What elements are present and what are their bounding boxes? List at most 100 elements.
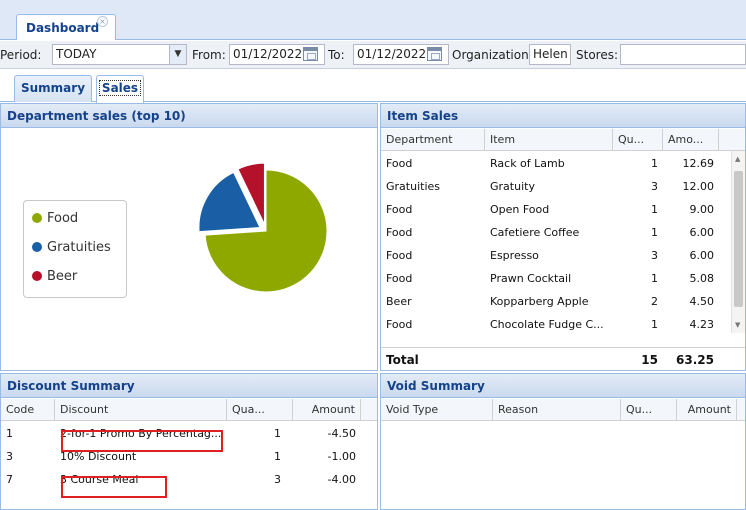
table-row[interactable]: Food Espresso 3 6.00	[381, 244, 731, 267]
item-sales-title: Item Sales	[381, 104, 745, 128]
table-row[interactable]: Food Rack of Lamb 1 12.69	[381, 152, 731, 175]
table-cell: 3	[274, 473, 281, 486]
table-row[interactable]: 1 2-for-1 Promo By Percentag... 1 -4.50	[1, 422, 377, 445]
column-header-void-type[interactable]: Void Type	[381, 399, 493, 421]
table-cell: Kopparberg Apple	[490, 295, 589, 308]
table-cell: 6.00	[689, 226, 715, 239]
period-label: Period:	[0, 48, 42, 62]
table-cell: 1	[274, 427, 281, 440]
legend-label: Gratuities	[47, 240, 111, 255]
void-summary-title: Void Summary	[381, 374, 745, 398]
column-header-amount[interactable]: Amount	[293, 399, 361, 421]
table-cell: Espresso	[490, 249, 539, 262]
table-cell: Open Food	[490, 203, 550, 216]
chart-legend: Food Gratuities Beer	[23, 200, 127, 298]
to-label: To:	[328, 48, 345, 62]
table-row[interactable]: Food Prawn Cocktail 1 5.08	[381, 267, 731, 290]
table-cell: 10% Discount	[60, 450, 137, 463]
table-cell: Gratuities	[386, 180, 440, 193]
calendar-icon[interactable]	[427, 47, 442, 61]
item-sales-panel: Item Sales Department Item Qu... Amo... …	[380, 103, 746, 371]
legend-item-food[interactable]: Food	[32, 211, 78, 229]
column-header-discount[interactable]: Discount	[55, 399, 227, 421]
table-row[interactable]: Gratuities Gratuity 3 12.00	[381, 175, 731, 198]
column-header-quantity[interactable]: Qu...	[613, 129, 663, 151]
table-row[interactable]: 3 10% Discount 1 -1.00	[1, 445, 377, 468]
tab-sales[interactable]: Sales	[96, 75, 144, 103]
table-cell: 1	[6, 427, 13, 440]
column-header-item[interactable]: Item	[485, 129, 613, 151]
department-sales-panel: Department sales (top 10) Food Gratuitie…	[0, 103, 378, 371]
scroll-up-icon[interactable]: ▲	[735, 155, 740, 163]
void-summary-panel: Void Summary Void Type Reason Qu... Amou…	[380, 373, 746, 510]
scroll-down-icon[interactable]: ▼	[735, 321, 740, 329]
table-cell: Prawn Cocktail	[490, 272, 572, 285]
table-cell: 7	[6, 473, 13, 486]
table-cell: 9.00	[689, 203, 715, 216]
legend-dot-icon	[32, 242, 42, 252]
table-cell: 4.23	[689, 318, 715, 331]
item-sales-scrollbar[interactable]: ▲ ▼	[731, 151, 745, 333]
void-header: Void Type Reason Qu... Amount	[381, 399, 745, 421]
legend-item-beer[interactable]: Beer	[32, 269, 77, 287]
column-header-quantity[interactable]: Qu...	[621, 399, 677, 421]
table-row[interactable]: 7 3 Course Meal 3 -4.00	[1, 468, 377, 491]
discount-summary-title: Discount Summary	[1, 374, 377, 398]
department-pie-chart	[198, 162, 328, 293]
table-cell: 4.50	[689, 295, 715, 308]
column-header-reason[interactable]: Reason	[493, 399, 621, 421]
table-cell: Chocolate Fudge C...	[490, 318, 604, 331]
table-cell: 1	[274, 450, 281, 463]
legend-label: Food	[47, 211, 79, 226]
table-row[interactable]: Food Chocolate Fudge C... 1 4.23	[381, 313, 731, 336]
table-cell: 12.00	[682, 180, 715, 193]
legend-label: Beer	[47, 269, 78, 284]
column-header-quantity[interactable]: Qua...	[227, 399, 293, 421]
void-grid: Void Type Reason Qu... Amount	[381, 399, 745, 509]
table-cell: -4.00	[327, 473, 356, 486]
table-cell: 1	[651, 226, 658, 239]
total-amount: 63.25	[676, 353, 714, 367]
column-header-code[interactable]: Code	[1, 399, 55, 421]
legend-item-gratuities[interactable]: Gratuities	[32, 240, 111, 258]
total-quantity: 15	[641, 353, 658, 367]
close-icon[interactable]: ×	[97, 16, 108, 27]
scroll-thumb[interactable]	[734, 171, 743, 307]
table-cell: Food	[386, 157, 413, 170]
table-cell: 5.08	[689, 272, 715, 285]
table-cell: 1	[651, 272, 658, 285]
organization-input[interactable]: Helen	[529, 44, 571, 65]
tab-summary[interactable]: Summary	[14, 75, 92, 102]
table-cell: -1.00	[327, 450, 356, 463]
report-tabs: Summary Sales	[0, 70, 746, 103]
table-cell: 2-for-1 Promo By Percentag...	[60, 427, 222, 440]
table-cell: Food	[386, 249, 413, 262]
table-row[interactable]: Food Open Food 1 9.00	[381, 198, 731, 221]
department-sales-title: Department sales (top 10)	[1, 104, 377, 128]
table-cell: 1	[651, 157, 658, 170]
tab-dashboard-label: Dashboard	[26, 21, 100, 35]
stores-input[interactable]	[620, 44, 746, 65]
total-label: Total	[386, 353, 419, 367]
column-header-amount[interactable]: Amo...	[663, 129, 719, 151]
calendar-icon[interactable]	[303, 47, 318, 61]
table-cell: Rack of Lamb	[490, 157, 565, 170]
item-sales-grid: Department Item Qu... Amo... Food Rack of…	[381, 129, 745, 370]
discount-grid: Code Discount Qua... Amount 1 2-for-1 Pro…	[1, 399, 377, 509]
column-header-department[interactable]: Department	[381, 129, 485, 151]
table-cell: Food	[386, 272, 413, 285]
discount-header: Code Discount Qua... Amount	[1, 399, 377, 421]
table-cell: 12.69	[682, 157, 715, 170]
tab-dashboard[interactable]: Dashboard ×	[16, 14, 116, 40]
table-row[interactable]: Food Cafetiere Coffee 1 6.00	[381, 221, 731, 244]
item-sales-total-row: Total 15 63.25	[381, 347, 745, 370]
legend-dot-icon	[32, 271, 42, 281]
filter-toolbar: Period: TODAY ▼ From: 01/12/2022 To: 01/…	[0, 41, 746, 69]
column-header-amount[interactable]: Amount	[677, 399, 737, 421]
legend-dot-icon	[32, 213, 42, 223]
tab-sales-label: Sales	[98, 80, 142, 96]
table-cell: 3	[6, 450, 13, 463]
period-select[interactable]: TODAY	[52, 44, 170, 65]
table-row[interactable]: Beer Kopparberg Apple 2 4.50	[381, 290, 731, 313]
chevron-down-icon[interactable]: ▼	[169, 44, 187, 65]
